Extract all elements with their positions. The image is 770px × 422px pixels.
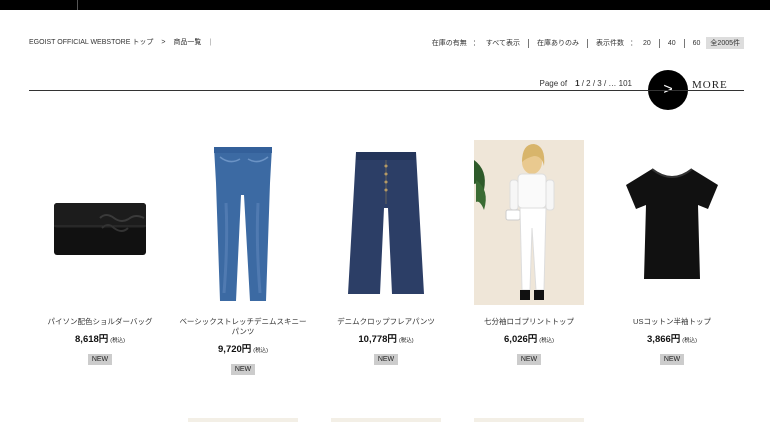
product-card[interactable]: ベーシックストレッチデニムスキニーパンツ 9,720円 (税込) NEW (173, 140, 313, 376)
pagination-label: Page of (539, 79, 568, 88)
stock-filter-label: 在庫の有無 (431, 40, 467, 47)
product-card[interactable]: パイソン配色ショルダーバッグ 8,618円 (税込) NEW (30, 140, 170, 366)
new-badge: NEW (373, 354, 399, 365)
product-image[interactable] (331, 140, 441, 305)
product-price-value: 8,618円 (75, 334, 109, 345)
product-tax-label: (税込) (682, 338, 697, 344)
product-price: 8,618円 (税込) (30, 331, 170, 345)
product-price-value: 10,778円 (358, 334, 397, 345)
filter-in-stock-link[interactable]: 在庫ありのみ (537, 38, 579, 48)
product-name[interactable]: パイソン配色ショルダーバッグ (30, 317, 170, 327)
total-count-badge: 全2005件 (706, 37, 744, 49)
new-badge: NEW (659, 354, 685, 365)
per-page-divider (683, 38, 685, 48)
product-tax-label: (税込) (253, 348, 268, 354)
per-page-option-60[interactable]: 60 (693, 40, 701, 47)
product-image[interactable] (617, 140, 727, 305)
product-image[interactable] (45, 140, 155, 305)
pagination-pages[interactable]: 1 / 2 / 3 / … 101 (575, 79, 632, 88)
product-price-value: 6,026円 (504, 334, 538, 345)
next-row-image (188, 418, 298, 422)
product-name[interactable]: デニムクロップフレアパンツ (316, 317, 456, 327)
filter-show-all-link[interactable]: すべて表示 (486, 38, 520, 48)
product-price: 3,866円 (税込) (602, 331, 742, 345)
product-name[interactable]: 七分袖ロゴプリントトップ (459, 317, 599, 327)
product-tax-label: (税込) (398, 338, 414, 344)
pagination-other-pages[interactable]: / 2 / 3 / … 101 (580, 79, 632, 88)
per-page-label: 表示件数 (596, 40, 625, 47)
header-divider (29, 90, 744, 91)
breadcrumb-separator: > (161, 38, 166, 46)
per-page-colon: ： (630, 40, 638, 47)
model-photo-icon (474, 144, 555, 300)
product-image[interactable] (474, 140, 584, 305)
product-tax-label: (税込) (110, 338, 125, 344)
pagination: Page of 1 / 2 / 3 / … 101 (539, 79, 632, 88)
filter-divider (528, 38, 530, 48)
filter-divider (587, 38, 589, 48)
breadcrumb: EGOIST OFFICIAL WEBSTORE トップ > 商品一覧 | (29, 37, 211, 47)
flare-jeans-icon (348, 151, 424, 294)
clutch-bag-icon (54, 202, 146, 255)
product-name[interactable]: ベーシックストレッチデニムスキニーパンツ (173, 317, 313, 337)
new-badge: NEW (87, 354, 113, 365)
product-price: 10,778円 (税込) (316, 331, 456, 345)
breadcrumb-home-link[interactable]: EGOIST OFFICIAL WEBSTORE トップ (29, 37, 153, 47)
breadcrumb-pipe: | (209, 38, 212, 46)
product-price: 9,720円 (税込) (173, 341, 313, 355)
tshirt-icon (626, 167, 718, 279)
product-card[interactable]: 七分袖ロゴプリントトップ 6,026円 (税込) NEW (459, 140, 599, 366)
breadcrumb-current: 商品一覧 (173, 39, 202, 46)
product-name[interactable]: USコットン半袖トップ (602, 317, 742, 327)
next-row-image (331, 418, 441, 422)
skinny-jeans-icon (214, 146, 272, 301)
product-tax-label: (税込) (539, 338, 554, 344)
new-badge: NEW (516, 354, 542, 365)
next-row-image (474, 418, 584, 422)
product-card[interactable]: USコットン半袖トップ 3,866円 (税込) NEW (602, 140, 742, 366)
top-bar-divider (77, 0, 78, 10)
top-bar (0, 0, 770, 10)
product-price-value: 3,866円 (647, 334, 681, 345)
list-filters: 在庫の有無 ： すべて表示 在庫ありのみ 表示件数 ： 20 40 60 全20… (432, 37, 744, 49)
stock-filter-colon: ： (472, 40, 480, 47)
per-page-divider (658, 38, 660, 48)
product-card[interactable]: デニムクロップフレアパンツ 10,778円 (税込) NEW (316, 140, 456, 366)
product-price-value: 9,720円 (218, 344, 252, 355)
new-badge: NEW (230, 364, 256, 375)
per-page-option-40[interactable]: 40 (668, 40, 676, 47)
product-image[interactable] (188, 140, 298, 305)
per-page-option-20[interactable]: 20 (643, 40, 651, 47)
product-price: 6,026円 (税込) (459, 331, 599, 345)
